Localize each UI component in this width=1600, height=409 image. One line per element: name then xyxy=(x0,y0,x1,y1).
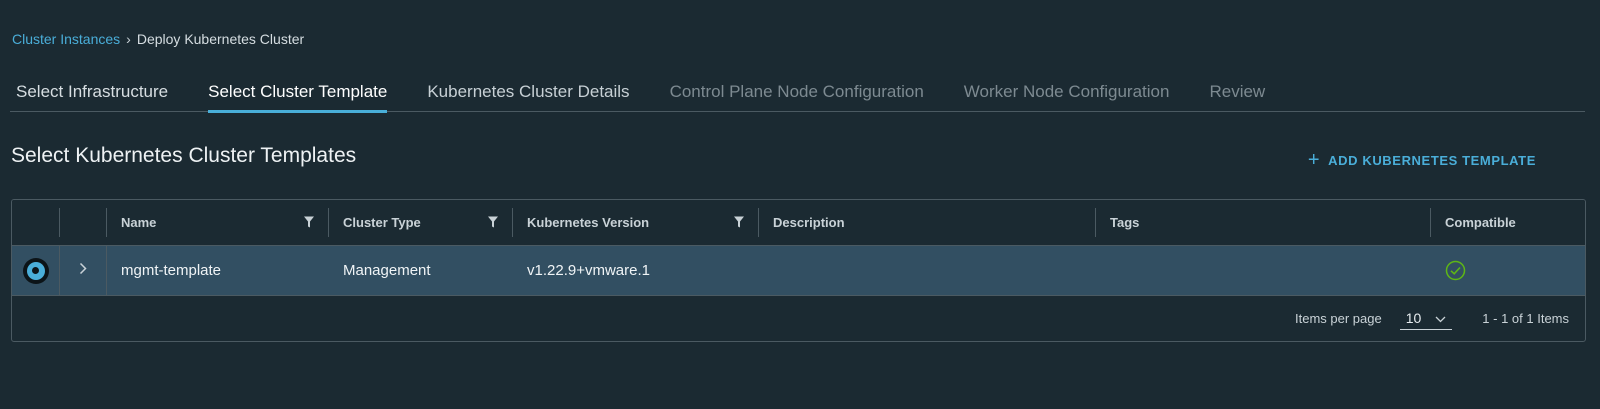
column-header-tags[interactable]: Tags xyxy=(1095,200,1430,245)
column-header-tags-label: Tags xyxy=(1110,215,1140,230)
row-expand-cell xyxy=(59,246,106,295)
pagination-range: 1 - 1 of 1 Items xyxy=(1482,311,1569,326)
row-radio-button[interactable] xyxy=(22,257,49,284)
tab-worker-node-configuration: Worker Node Configuration xyxy=(963,82,1170,101)
column-header-cluster-type[interactable]: Cluster Type xyxy=(328,200,512,245)
column-header-name-label: Name xyxy=(121,215,157,230)
chevron-right-icon[interactable] xyxy=(79,262,87,279)
items-per-page-select[interactable]: 10 xyxy=(1399,308,1453,330)
plus-icon: + xyxy=(1307,149,1321,171)
tab-select-infrastructure[interactable]: Select Infrastructure xyxy=(16,72,168,112)
cell-description xyxy=(758,246,1095,295)
select-column-header xyxy=(12,200,59,245)
table-footer: Items per page 10 1 - 1 of 1 Items xyxy=(12,296,1585,341)
column-header-kubernetes-version[interactable]: Kubernetes Version xyxy=(512,200,758,245)
column-header-compatible[interactable]: Compatible xyxy=(1430,200,1585,245)
column-header-description-label: Description xyxy=(773,215,845,230)
templates-datagrid: Name Cluster Type Kubernetes Version Des… xyxy=(11,199,1586,342)
table-row[interactable]: mgmt-template Management v1.22.9+vmware.… xyxy=(12,245,1585,296)
add-kubernetes-template-button[interactable]: + ADD KUBERNETES TEMPLATE xyxy=(1308,150,1536,170)
expand-column-header xyxy=(59,200,106,245)
page-title: Select Kubernetes Cluster Templates xyxy=(11,144,357,167)
row-select-cell xyxy=(12,246,59,295)
breadcrumb-current: Deploy Kubernetes Cluster xyxy=(136,31,305,47)
tab-control-plane-node-configuration: Control Plane Node Configuration xyxy=(669,82,924,101)
table-header: Name Cluster Type Kubernetes Version Des… xyxy=(12,200,1585,245)
column-header-kubernetes-version-label: Kubernetes Version xyxy=(527,215,650,230)
filter-icon[interactable] xyxy=(734,215,744,230)
cell-kubernetes-version: v1.22.9+vmware.1 xyxy=(527,262,650,279)
cell-name: mgmt-template xyxy=(106,246,328,295)
cell-cluster-type: Management xyxy=(343,262,431,279)
check-circle-icon xyxy=(1445,257,1466,285)
items-per-page-value: 10 xyxy=(1405,309,1422,326)
breadcrumb: Cluster Instances › Deploy Kubernetes Cl… xyxy=(12,31,304,47)
column-header-cluster-type-label: Cluster Type xyxy=(343,215,421,230)
column-header-name[interactable]: Name xyxy=(106,200,328,245)
column-header-description[interactable]: Description xyxy=(758,200,1095,245)
filter-icon[interactable] xyxy=(488,215,498,230)
filter-icon[interactable] xyxy=(304,215,314,230)
items-per-page-label: Items per page xyxy=(1295,311,1382,326)
wizard-steps: Select Infrastructure Select Cluster Tem… xyxy=(10,72,1585,113)
column-header-compatible-label: Compatible xyxy=(1445,215,1516,230)
tab-select-cluster-template[interactable]: Select Cluster Template xyxy=(208,72,388,113)
tab-review: Review xyxy=(1209,82,1266,101)
chevron-right-icon: › xyxy=(126,31,131,47)
chevron-down-icon xyxy=(1435,310,1446,326)
cell-tags xyxy=(1095,246,1430,295)
cell-compatible xyxy=(1430,246,1585,295)
breadcrumb-link-cluster-instances[interactable]: Cluster Instances xyxy=(12,31,120,47)
add-kubernetes-template-label: ADD KUBERNETES TEMPLATE xyxy=(1328,152,1536,168)
tab-kubernetes-cluster-details[interactable]: Kubernetes Cluster Details xyxy=(427,72,629,112)
